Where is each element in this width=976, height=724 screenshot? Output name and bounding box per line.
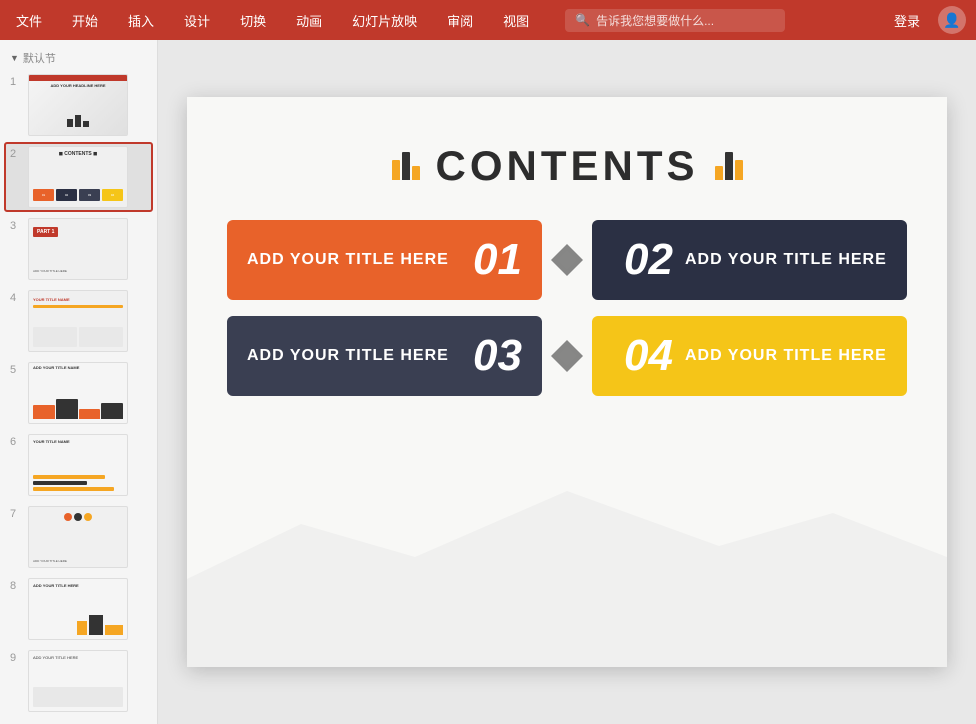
slide-thumb-1[interactable]: 1 ADD YOUR HEADLINE HERE [4, 70, 153, 140]
content-row-2: ADD YOUR TITLE HERE 03 04 ADD YOUR TITLE… [187, 316, 947, 396]
content-box-03[interactable]: ADD YOUR TITLE HERE 03 [227, 316, 542, 396]
slide-preview-1: ADD YOUR HEADLINE HERE [28, 74, 128, 136]
box-01-number: 01 [473, 238, 522, 282]
arrow-connector-1 [542, 220, 592, 300]
content-box-01[interactable]: ADD YOUR TITLE HERE 01 [227, 220, 542, 300]
diamond-arrow-svg-2 [547, 336, 587, 376]
canvas-area: CONTENTS ADD YOUR TITLE HERE 01 [158, 40, 976, 724]
arrow-connector-2 [542, 316, 592, 396]
slide-thumb-4[interactable]: 4 YOUR TITLE NAME [4, 286, 153, 356]
box-01-text: ADD YOUR TITLE HERE [247, 251, 449, 269]
menu-animate[interactable]: 动画 [290, 7, 328, 34]
menu-start[interactable]: 开始 [66, 7, 104, 34]
slide-thumb-9[interactable]: 9 ADD YOUR TITLE HERE [4, 646, 153, 716]
menu-view[interactable]: 视图 [497, 7, 535, 34]
menu-slideshow[interactable]: 幻灯片放映 [346, 7, 423, 34]
main-layout: ▼ 默认节 1 ADD YOUR HEADLINE HERE 2 ◼ CONTE… [0, 40, 976, 724]
slide-header: CONTENTS [187, 97, 947, 220]
login-button[interactable]: 登录 [886, 8, 928, 33]
menu-file[interactable]: 文件 [10, 7, 48, 34]
slide-num-5: 5 [10, 362, 24, 376]
box-04-number: 04 [624, 334, 673, 378]
slide-num-1: 1 [10, 74, 24, 88]
sidebar: ▼ 默认节 1 ADD YOUR HEADLINE HERE 2 ◼ CONTE… [0, 40, 158, 724]
menu-switch[interactable]: 切换 [234, 7, 272, 34]
slide-preview-8: ADD YOUR TITLE HERE [28, 578, 128, 640]
slide-title: CONTENTS [436, 142, 699, 190]
slide-preview-7: ADD YOUR TITLE HERE [28, 506, 128, 568]
slide-preview-9: ADD YOUR TITLE HERE [28, 650, 128, 712]
box-02-number: 02 [624, 238, 673, 282]
slide-thumb-7[interactable]: 7 ADD YOUR TITLE HERE [4, 502, 153, 572]
content-row-1: ADD YOUR TITLE HERE 01 02 ADD YOUR TITLE… [187, 220, 947, 300]
slide-num-8: 8 [10, 578, 24, 592]
box-04-text: ADD YOUR TITLE HERE [685, 347, 887, 365]
content-box-04[interactable]: 04 ADD YOUR TITLE HERE [592, 316, 907, 396]
slide-preview-3: PART 1 ADD YOUR TITLE HERE [28, 218, 128, 280]
slide-thumb-6[interactable]: 6 YOUR TITLE NAME [4, 430, 153, 500]
slide-preview-5: ADD YOUR TITLE NAME [28, 362, 128, 424]
box-02-text: ADD YOUR TITLE HERE [685, 251, 887, 269]
slide-num-6: 6 [10, 434, 24, 448]
slide-thumb-8[interactable]: 8 ADD YOUR TITLE HERE [4, 574, 153, 644]
menu-insert[interactable]: 插入 [122, 7, 160, 34]
slide-canvas: CONTENTS ADD YOUR TITLE HERE 01 [187, 97, 947, 667]
slide-thumb-3[interactable]: 3 PART 1 ADD YOUR TITLE HERE [4, 214, 153, 284]
menu-review[interactable]: 审阅 [441, 7, 479, 34]
box-03-number: 03 [473, 334, 522, 378]
slide-num-7: 7 [10, 506, 24, 520]
right-chart-icon [715, 152, 743, 180]
slide-thumb-5[interactable]: 5 ADD YOUR TITLE NAME [4, 358, 153, 428]
slide-preview-6: YOUR TITLE NAME [28, 434, 128, 496]
search-box[interactable]: 🔍 告诉我您想要做什么... [565, 9, 785, 32]
slide-preview-4: YOUR TITLE NAME [28, 290, 128, 352]
section-label: ▼ 默认节 [0, 46, 157, 68]
right-actions: 登录 👤 [886, 6, 966, 34]
collapse-icon[interactable]: ▼ [10, 53, 19, 63]
slide-num-3: 3 [10, 218, 24, 232]
slide-thumb-2[interactable]: 2 ◼ CONTENTS ◼ 01 02 03 04 [4, 142, 153, 212]
diamond-arrow-svg-1 [547, 240, 587, 280]
search-placeholder: 告诉我您想要做什么... [596, 12, 714, 29]
menu-items: 文件 开始 插入 设计 切换 动画 幻灯片放映 审阅 视图 [10, 7, 535, 34]
slide-num-9: 9 [10, 650, 24, 664]
menu-bar: 文件 开始 插入 设计 切换 动画 幻灯片放映 审阅 视图 🔍 告诉我您想要做什… [0, 0, 976, 40]
slide-num-4: 4 [10, 290, 24, 304]
avatar-icon[interactable]: 👤 [938, 6, 966, 34]
box-03-text: ADD YOUR TITLE HERE [247, 347, 449, 365]
left-chart-icon [392, 152, 420, 180]
slide-num-2: 2 [10, 146, 24, 160]
search-icon: 🔍 [575, 13, 590, 27]
menu-design[interactable]: 设计 [178, 7, 216, 34]
content-box-02[interactable]: 02 ADD YOUR TITLE HERE [592, 220, 907, 300]
slide-preview-2: ◼ CONTENTS ◼ 01 02 03 04 [28, 146, 128, 208]
